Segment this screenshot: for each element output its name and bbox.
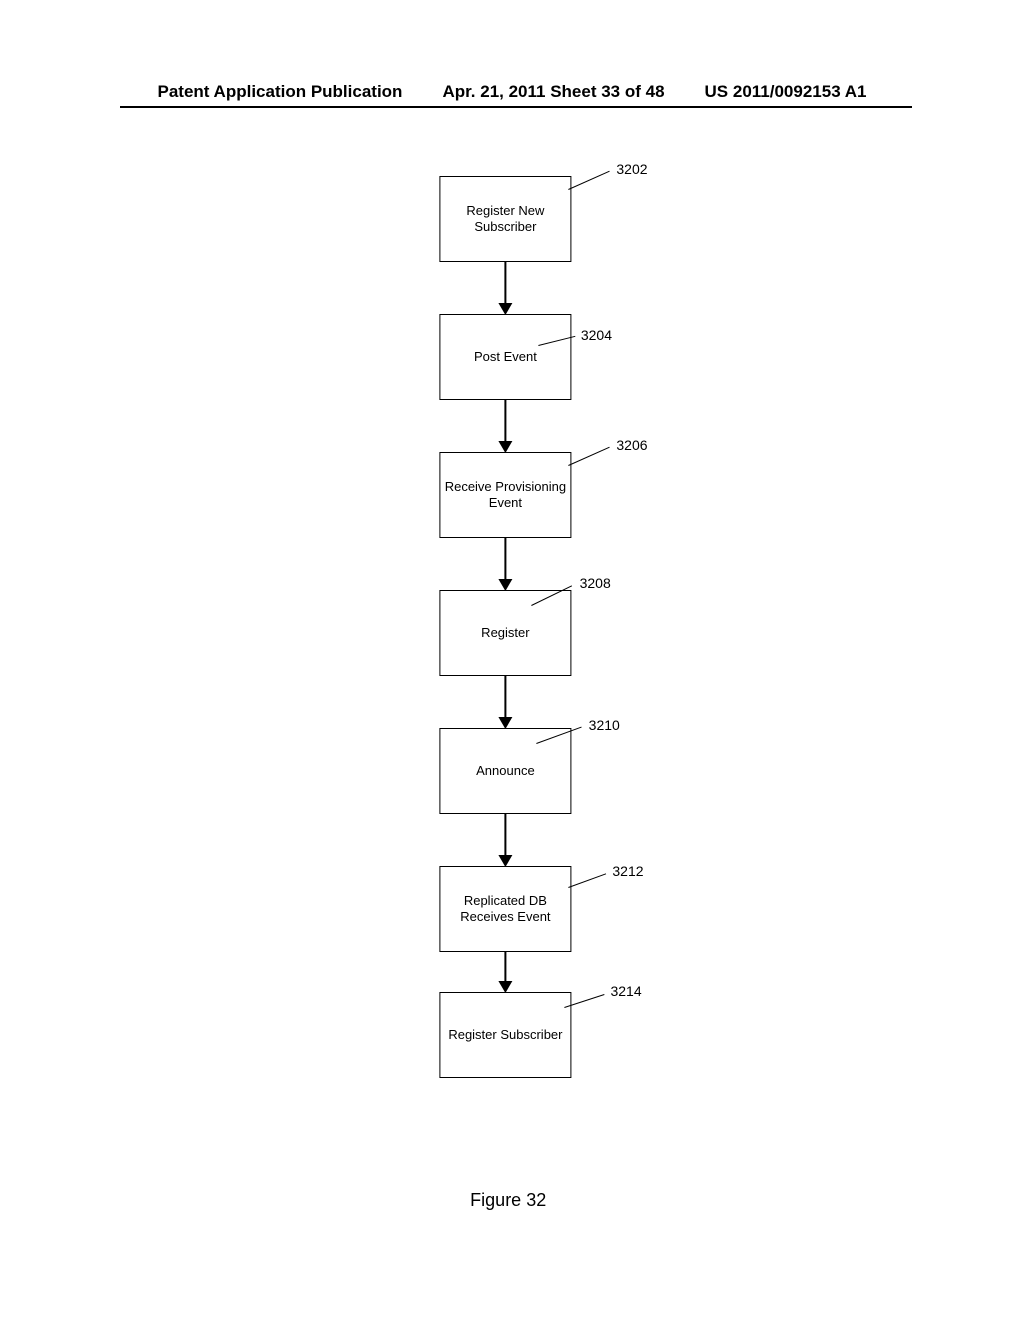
arrow-shaft-icon — [504, 952, 506, 982]
flow-box-3212: Replicated DB Receives Event 3212 — [439, 866, 571, 952]
ref-number: 3208 — [580, 575, 611, 593]
figure-caption: Figure 32 — [470, 1190, 546, 1211]
ref-number: 3202 — [616, 161, 647, 179]
ref-leader-icon — [531, 585, 572, 606]
arrow-shaft-icon — [504, 814, 506, 856]
header-right: US 2011/0092153 A1 — [705, 82, 867, 102]
flow-box-label: Register — [481, 625, 529, 641]
header-mid: Apr. 21, 2011 Sheet 33 of 48 — [442, 82, 664, 102]
flow-box-label: Receive Provisioning Event — [444, 479, 566, 512]
header-rule — [120, 106, 912, 108]
flow-box-3204: Post Event 3204 — [439, 314, 571, 400]
ref-leader-icon — [539, 336, 576, 346]
flow-box-3206: Receive Provisioning Event 3206 — [439, 452, 571, 538]
arrow-shaft-icon — [504, 262, 506, 304]
arrow-shaft-icon — [504, 400, 506, 442]
ref-leader-icon — [537, 727, 582, 744]
ref-leader-icon — [568, 171, 610, 190]
flow-box-3208: Register 3208 — [439, 590, 571, 676]
flow-box-label: Register Subscriber — [448, 1027, 562, 1043]
ref-number: 3204 — [581, 327, 612, 345]
flow-box-3202: Register New Subscriber 3202 — [439, 176, 571, 262]
ref-number: 3210 — [589, 717, 620, 735]
header-left: Patent Application Publication — [158, 82, 403, 102]
page-header: Patent Application Publication Apr. 21, … — [0, 82, 1024, 102]
flow-box-3210: Announce 3210 — [439, 728, 571, 814]
arrow-shaft-icon — [504, 538, 506, 580]
flow-box-label: Post Event — [474, 349, 537, 365]
ref-leader-icon — [568, 447, 610, 466]
ref-number: 3212 — [612, 863, 643, 881]
flow-box-label: Announce — [476, 763, 535, 779]
arrow-shaft-icon — [504, 676, 506, 718]
ref-number: 3206 — [616, 437, 647, 455]
ref-leader-icon — [568, 873, 606, 888]
flow-box-3214: Register Subscriber 3214 — [439, 992, 571, 1078]
flowchart: Register New Subscriber 3202 Post Event … — [439, 176, 571, 1078]
flow-box-label: Replicated DB Receives Event — [444, 893, 566, 926]
flow-box-label: Register New Subscriber — [444, 203, 566, 236]
ref-leader-icon — [564, 994, 604, 1008]
ref-number: 3214 — [610, 983, 641, 1001]
